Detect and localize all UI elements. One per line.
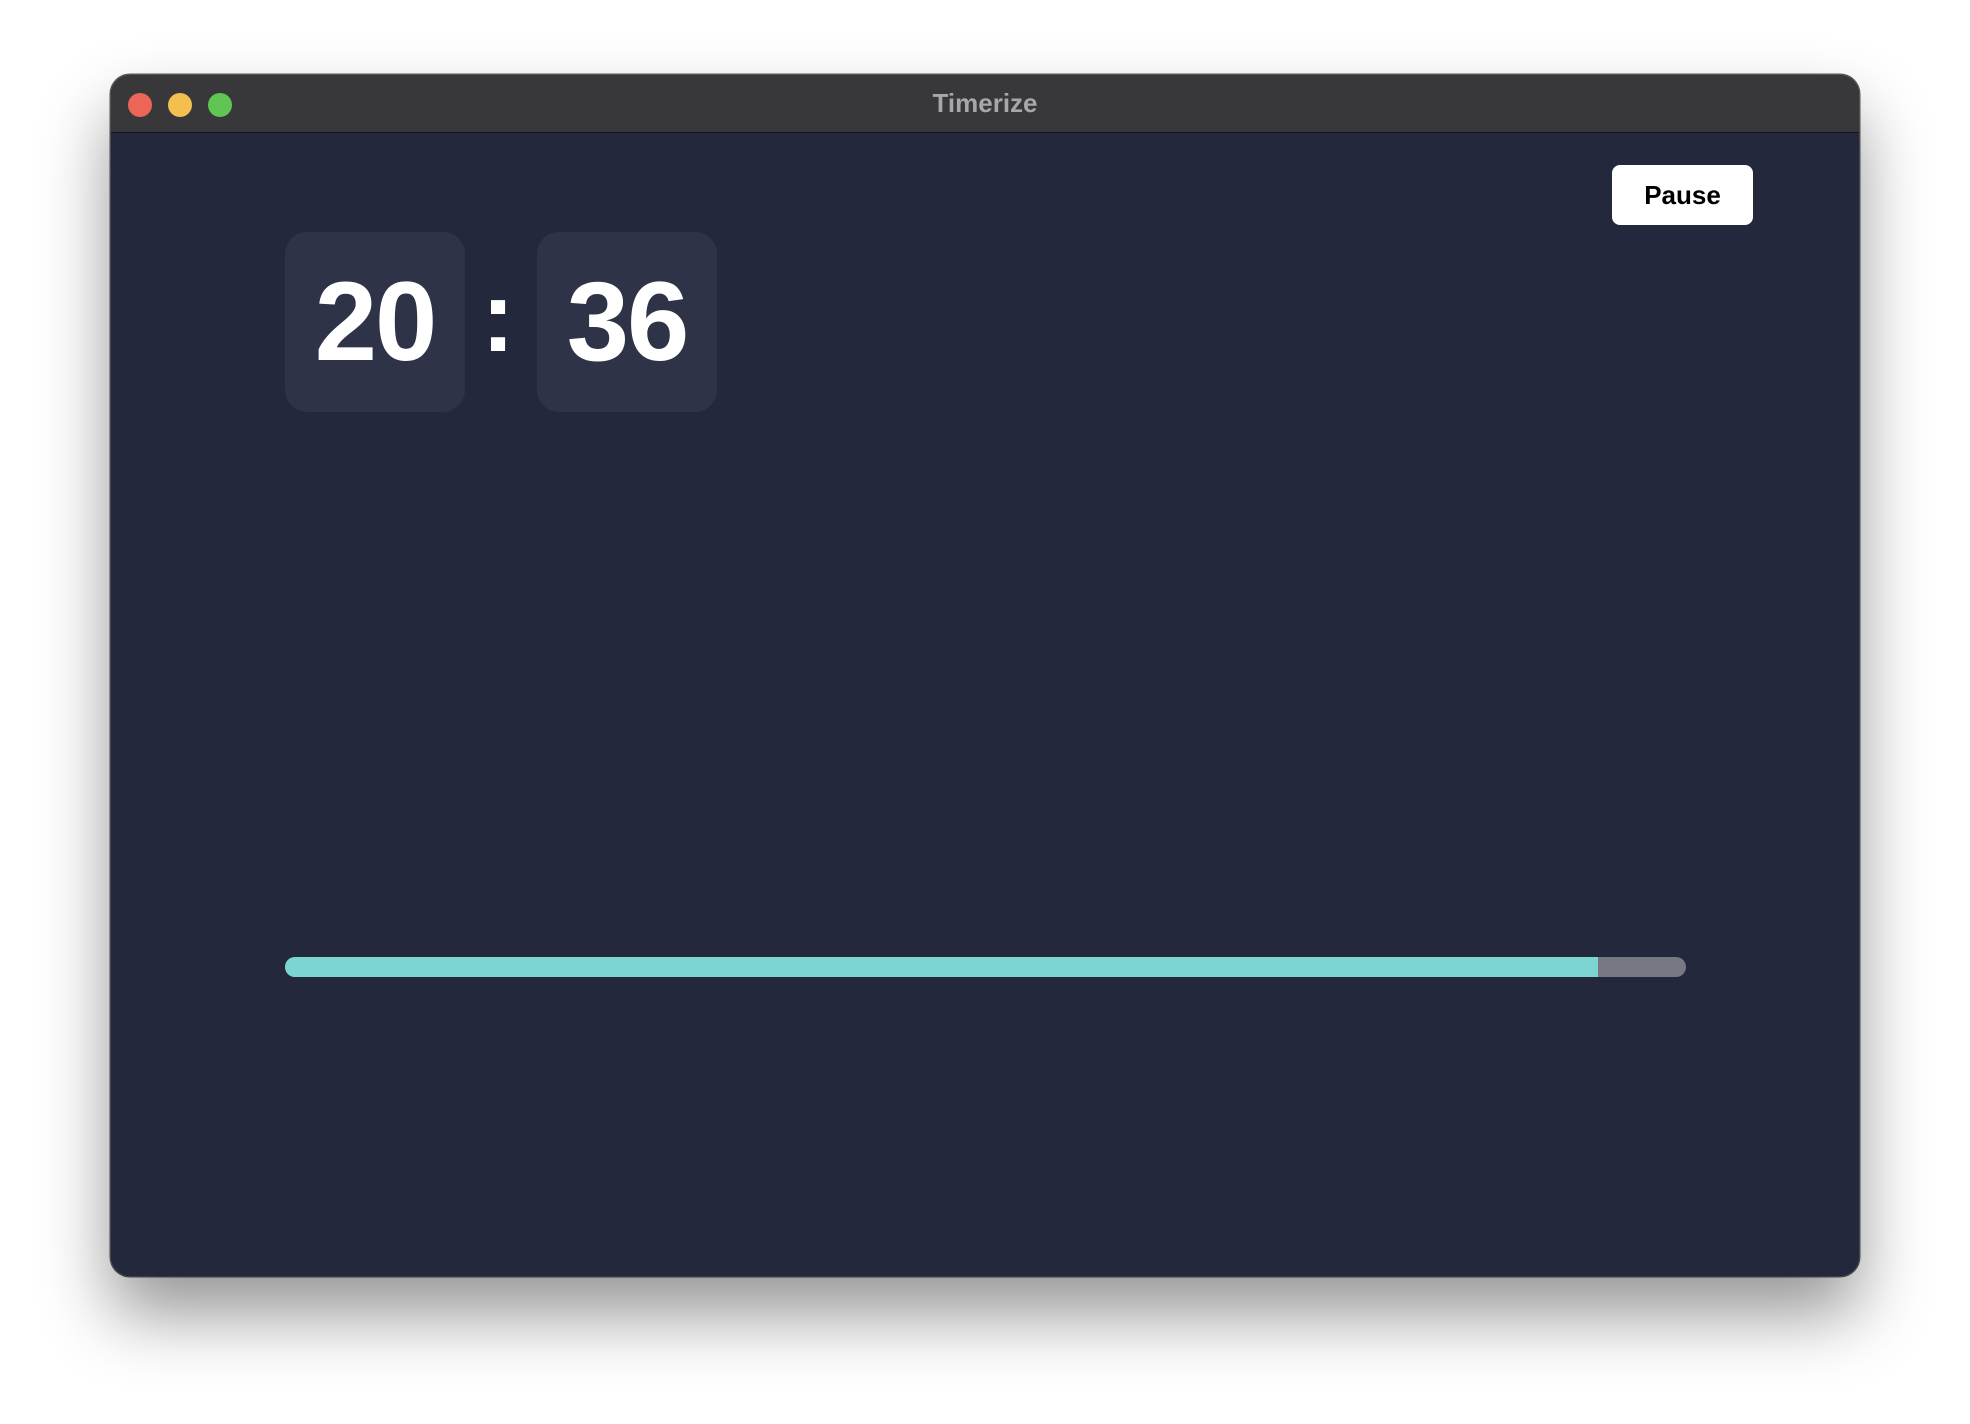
pause-button[interactable]: Pause [1612,165,1753,225]
timer-view: Pause 20 : 36 [111,133,1859,1276]
title-bar: Timerize [111,75,1859,133]
progress-bar [285,957,1686,977]
seconds-display: 36 [537,232,717,412]
app-window: Timerize Pause 20 : 36 [111,75,1859,1276]
time-separator: : [481,261,515,373]
window-title: Timerize [932,88,1038,118]
minutes-display: 20 [285,232,465,412]
progress-bar-fill [285,957,1598,977]
